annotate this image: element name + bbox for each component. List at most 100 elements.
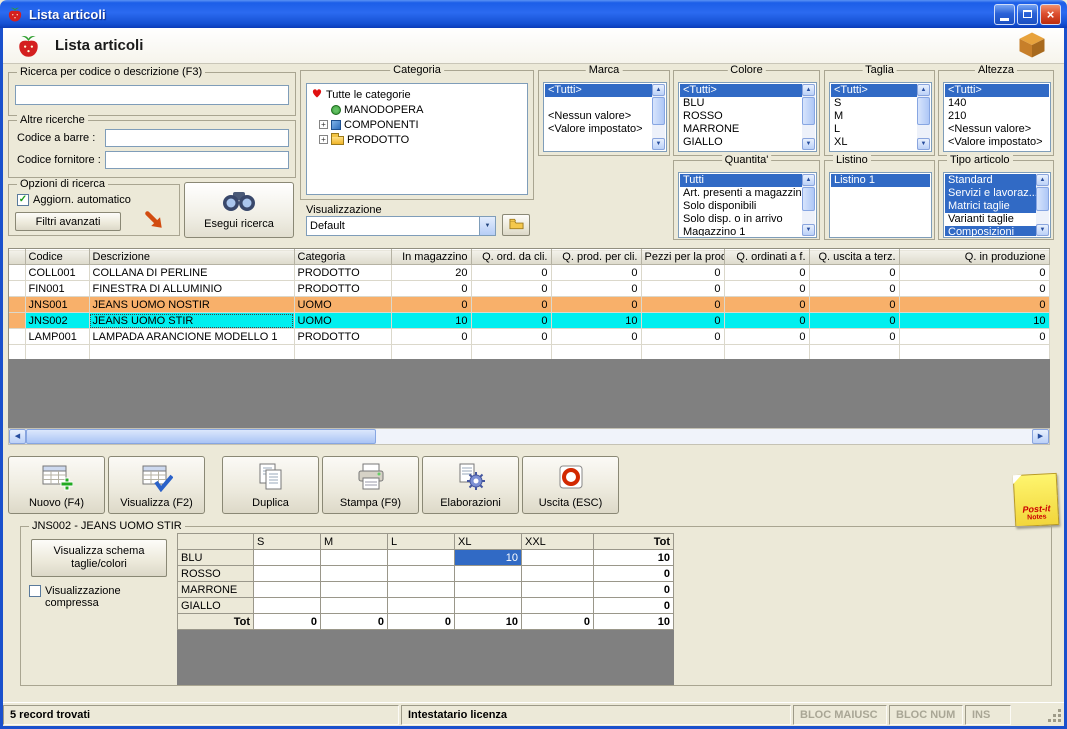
horizontal-scrollbar[interactable]: ◀ ▶ [8, 428, 1050, 445]
list-item[interactable]: Listino 1 [831, 174, 930, 187]
row-selector[interactable] [9, 328, 26, 345]
compressed-view-checkbox[interactable]: Visualizzazione compressa [29, 585, 169, 609]
scroll-down-icon[interactable]: ▼ [802, 224, 815, 236]
list-item[interactable]: S [831, 97, 917, 110]
col-header[interactable]: Pezzi per la prod. [641, 249, 725, 265]
list-item[interactable]: Composizioni [945, 226, 1036, 236]
row-selector[interactable] [9, 264, 26, 281]
articles-grid[interactable]: Codice Descrizione Categoria In magazzin… [8, 248, 1050, 362]
visualizza-button[interactable]: Visualizza (F2) [108, 456, 205, 514]
scroll-down-icon[interactable]: ▼ [652, 138, 665, 150]
scroll-down-icon[interactable]: ▼ [917, 138, 930, 150]
category-tree[interactable]: Tutte le categorie + MANODOPERA + COMPON… [306, 83, 528, 195]
stampa-button[interactable]: Stampa (F9) [322, 456, 419, 514]
list-item[interactable]: <Valore impostato> [945, 136, 1049, 149]
scrollbar[interactable]: ▲ ▼ [917, 84, 930, 150]
tipo-articolo-list[interactable]: Standard Servizi e lavoraz... Matrici tagl… [943, 172, 1051, 238]
list-item[interactable]: Standard [945, 174, 1036, 187]
search-input[interactable] [15, 85, 289, 105]
list-item[interactable]: <Nessun valore> [545, 110, 652, 123]
elaborazioni-button[interactable]: Elaborazioni [422, 456, 519, 514]
col-header[interactable]: In magazzino [391, 249, 472, 265]
list-item[interactable] [545, 97, 652, 110]
goto-arrow-icon[interactable] [143, 209, 165, 234]
list-item[interactable]: Solo disp. o in arrivo [680, 213, 802, 226]
table-row[interactable]: JNS002 JEANS UOMO STIR UOMO 10 0 10 0 0 … [9, 312, 1050, 329]
scrollbar[interactable]: ▲ ▼ [652, 84, 665, 150]
restore-button[interactable] [1017, 3, 1038, 25]
resize-grip[interactable] [1048, 709, 1062, 726]
list-item[interactable]: Matrici taglie [945, 200, 1036, 213]
tree-item[interactable]: + PRODOTTO [307, 132, 527, 147]
esegui-ricerca-button[interactable]: Esegui ricerca [184, 182, 294, 238]
barcode-input[interactable] [105, 129, 289, 147]
altezza-list[interactable]: <Tutti> 140 210 <Nessun valore> <Valore impo… [943, 82, 1051, 152]
auto-update-checkbox[interactable]: ✓ Aggiorn. automatico [17, 194, 131, 206]
list-item[interactable]: <Valore impostato> [545, 123, 652, 136]
postit-notes-icon[interactable]: Post-it Notes [1012, 472, 1060, 528]
col-header[interactable]: Q. in produzione [899, 249, 1050, 265]
nuovo-button[interactable]: Nuovo (F4) [8, 456, 105, 514]
duplica-button[interactable]: Duplica [222, 456, 319, 514]
row-selector[interactable] [9, 296, 26, 313]
scrollbar[interactable]: ▲ ▼ [1036, 174, 1049, 236]
minimize-button[interactable] [994, 3, 1015, 25]
col-header[interactable]: Codice [25, 249, 90, 265]
row-selector[interactable] [9, 312, 26, 329]
list-item[interactable]: Art. presenti a magazzino [680, 187, 802, 200]
list-item[interactable]: <Tutti> [545, 84, 652, 97]
expand-icon[interactable]: + [319, 135, 328, 144]
scroll-up-icon[interactable]: ▲ [917, 84, 930, 96]
scrollbar[interactable]: ▲ ▼ [802, 174, 815, 236]
taglia-list[interactable]: <Tutti> S M L XL ▲ ▼ [829, 82, 932, 152]
schema-taglie-colori-button[interactable]: Visualizza schema taglie/colori [31, 539, 167, 577]
scroll-down-icon[interactable]: ▼ [802, 138, 815, 150]
table-row[interactable]: COLL001 COLLANA DI PERLINE PRODOTTO 20 0… [9, 264, 1050, 281]
list-item[interactable]: GIALLO [680, 136, 802, 149]
col-header[interactable]: Q. uscita a terz. [809, 249, 900, 265]
list-item[interactable]: Varianti taglie [945, 213, 1036, 226]
tree-item[interactable]: + MANODOPERA [307, 102, 527, 117]
scrollbar-thumb[interactable] [26, 429, 376, 444]
list-item[interactable]: <Nessun valore> [945, 123, 1049, 136]
uscita-button[interactable]: Uscita (ESC) [522, 456, 619, 514]
row-selector[interactable] [9, 280, 26, 297]
scrollbar[interactable]: ▲ ▼ [802, 84, 815, 150]
col-header[interactable]: Categoria [294, 249, 392, 265]
visualizzazione-select[interactable]: Default ▼ [306, 216, 496, 236]
advanced-filters-button[interactable]: Filtri avanzati [15, 212, 121, 231]
supplier-code-input[interactable] [105, 151, 289, 169]
list-item[interactable]: XL [831, 136, 917, 149]
list-item[interactable]: <Tutti> [831, 84, 917, 97]
list-item[interactable]: BLU [680, 97, 802, 110]
open-view-folder-button[interactable] [502, 214, 530, 236]
list-item[interactable]: M [831, 110, 917, 123]
list-item[interactable]: 210 [945, 110, 1049, 123]
list-item[interactable]: Magazzino 1 [680, 226, 802, 236]
close-button[interactable]: × [1040, 3, 1061, 25]
col-header[interactable]: Q. ord. da cli. [471, 249, 552, 265]
tree-item-root[interactable]: Tutte le categorie [307, 87, 527, 102]
chevron-down-icon[interactable]: ▼ [479, 217, 495, 235]
expand-icon[interactable]: + [319, 120, 328, 129]
scroll-right-icon[interactable]: ▶ [1032, 429, 1049, 444]
list-item[interactable]: 140 [945, 97, 1049, 110]
scroll-up-icon[interactable]: ▲ [1036, 174, 1049, 186]
list-item[interactable]: ROSSO [680, 110, 802, 123]
table-row[interactable]: LAMP001 LAMPADA ARANCIONE MODELLO 1 PROD… [9, 328, 1050, 345]
quantita-list[interactable]: Tutti Art. presenti a magazzino Solo dispo… [678, 172, 817, 238]
scroll-down-icon[interactable]: ▼ [1036, 224, 1049, 236]
list-item[interactable]: MARRONE [680, 123, 802, 136]
colore-list[interactable]: <Tutti> BLU ROSSO MARRONE GIALLO ▲ ▼ [678, 82, 817, 152]
table-row[interactable]: JNS001 JEANS UOMO NOSTIR UOMO 0 0 0 0 0 … [9, 296, 1050, 313]
box-icon[interactable] [1017, 30, 1047, 63]
list-item[interactable]: <Tutti> [680, 84, 802, 97]
list-item[interactable]: Tutti [680, 174, 802, 187]
list-item[interactable]: Servizi e lavoraz... [945, 187, 1036, 200]
list-item[interactable]: L [831, 123, 917, 136]
size-color-matrix[interactable]: S M L XL XXL Tot BLU 10 10 ROSSO 0 MARRO… [177, 533, 674, 630]
scroll-up-icon[interactable]: ▲ [802, 84, 815, 96]
scroll-left-icon[interactable]: ◀ [9, 429, 26, 444]
listino-list[interactable]: Listino 1 [829, 172, 932, 238]
list-item[interactable]: <Tutti> [945, 84, 1049, 97]
